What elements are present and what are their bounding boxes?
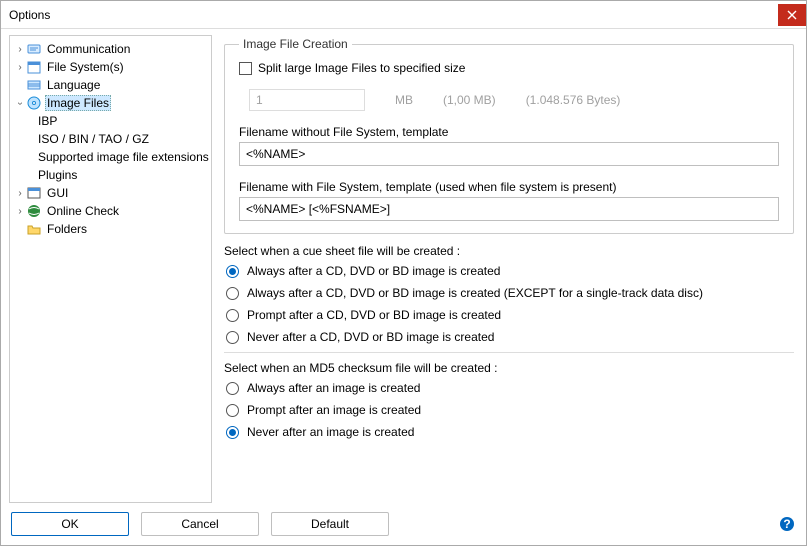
split-label: Split large Image Files to specified siz… <box>258 61 465 75</box>
tree-item-file-systems[interactable]: › File System(s) <box>10 58 212 76</box>
split-unit: MB <box>395 93 413 107</box>
tree-item-folders[interactable]: Folders <box>10 220 212 238</box>
chevron-right-icon[interactable]: › <box>14 44 26 55</box>
window-icon <box>26 185 42 201</box>
tree-item-ibp[interactable]: IBP <box>10 112 212 130</box>
tree-item-plugins[interactable]: Plugins <box>10 166 212 184</box>
filename-fs-label: Filename with File System, template (use… <box>239 180 779 194</box>
md5-option-always[interactable]: Always after an image is created <box>226 381 794 395</box>
split-checkbox[interactable] <box>239 62 252 75</box>
split-size-input <box>249 89 365 111</box>
tree-item-image-files[interactable]: › Image Files <box>10 94 212 112</box>
divider <box>224 352 794 353</box>
language-icon <box>26 77 42 93</box>
cancel-button[interactable]: Cancel <box>141 512 259 536</box>
radio-icon[interactable] <box>226 404 239 417</box>
tree-item-communication[interactable]: › Communication <box>10 40 212 58</box>
radio-icon[interactable] <box>226 265 239 278</box>
close-icon <box>787 10 797 20</box>
radio-icon[interactable] <box>226 309 239 322</box>
options-dialog: Options › Communication › File System(s) <box>0 0 807 546</box>
chevron-right-icon[interactable]: › <box>14 206 26 217</box>
communication-icon <box>26 41 42 57</box>
group-legend: Image File Creation <box>239 37 352 51</box>
dialog-footer: OK Cancel Default ? <box>1 503 806 545</box>
tree-item-gui[interactable]: › GUI <box>10 184 212 202</box>
folder-icon <box>26 221 42 237</box>
cue-option-always[interactable]: Always after a CD, DVD or BD image is cr… <box>226 264 794 278</box>
chevron-right-icon[interactable]: › <box>14 188 26 199</box>
ok-button[interactable]: OK <box>11 512 129 536</box>
tree-item-iso-bin[interactable]: ISO / BIN / TAO / GZ <box>10 130 212 148</box>
cue-option-never[interactable]: Never after a CD, DVD or BD image is cre… <box>226 330 794 344</box>
cue-option-except-single[interactable]: Always after a CD, DVD or BD image is cr… <box>226 286 794 300</box>
tree-item-online-check[interactable]: › Online Check <box>10 202 212 220</box>
cue-option-prompt[interactable]: Prompt after a CD, DVD or BD image is cr… <box>226 308 794 322</box>
tree-item-extensions[interactable]: Supported image file extensions <box>10 148 212 166</box>
calendar-icon <box>26 59 42 75</box>
md5-heading: Select when an MD5 checksum file will be… <box>224 361 794 375</box>
settings-content: Image File Creation Split large Image Fi… <box>220 35 798 503</box>
disc-icon <box>26 95 42 111</box>
chevron-right-icon[interactable]: › <box>14 62 26 73</box>
titlebar: Options <box>1 1 806 29</box>
chevron-down-icon[interactable]: › <box>15 97 26 109</box>
split-hint-bytes: (1.048.576 Bytes) <box>526 93 621 107</box>
split-size-row: MB (1,00 MB) (1.048.576 Bytes) <box>249 89 779 111</box>
close-button[interactable] <box>778 4 806 26</box>
svg-text:?: ? <box>783 517 790 531</box>
split-hint-mb: (1,00 MB) <box>443 93 496 107</box>
tree-item-language[interactable]: Language <box>10 76 212 94</box>
filename-nofs-input[interactable] <box>239 142 779 166</box>
radio-icon[interactable] <box>226 331 239 344</box>
radio-icon[interactable] <box>226 426 239 439</box>
category-tree[interactable]: › Communication › File System(s) Languag… <box>9 35 212 503</box>
radio-icon[interactable] <box>226 287 239 300</box>
globe-icon <box>26 203 42 219</box>
md5-option-prompt[interactable]: Prompt after an image is created <box>226 403 794 417</box>
filename-nofs-label: Filename without File System, template <box>239 125 779 139</box>
split-checkbox-row[interactable]: Split large Image Files to specified siz… <box>239 61 779 75</box>
md5-option-never[interactable]: Never after an image is created <box>226 425 794 439</box>
default-button[interactable]: Default <box>271 512 389 536</box>
help-button[interactable]: ? <box>778 515 796 533</box>
help-icon: ? <box>779 516 795 532</box>
window-title: Options <box>9 8 778 22</box>
radio-icon[interactable] <box>226 382 239 395</box>
image-file-creation-group: Image File Creation Split large Image Fi… <box>224 37 794 234</box>
filename-fs-input[interactable] <box>239 197 779 221</box>
cue-heading: Select when a cue sheet file will be cre… <box>224 244 794 258</box>
